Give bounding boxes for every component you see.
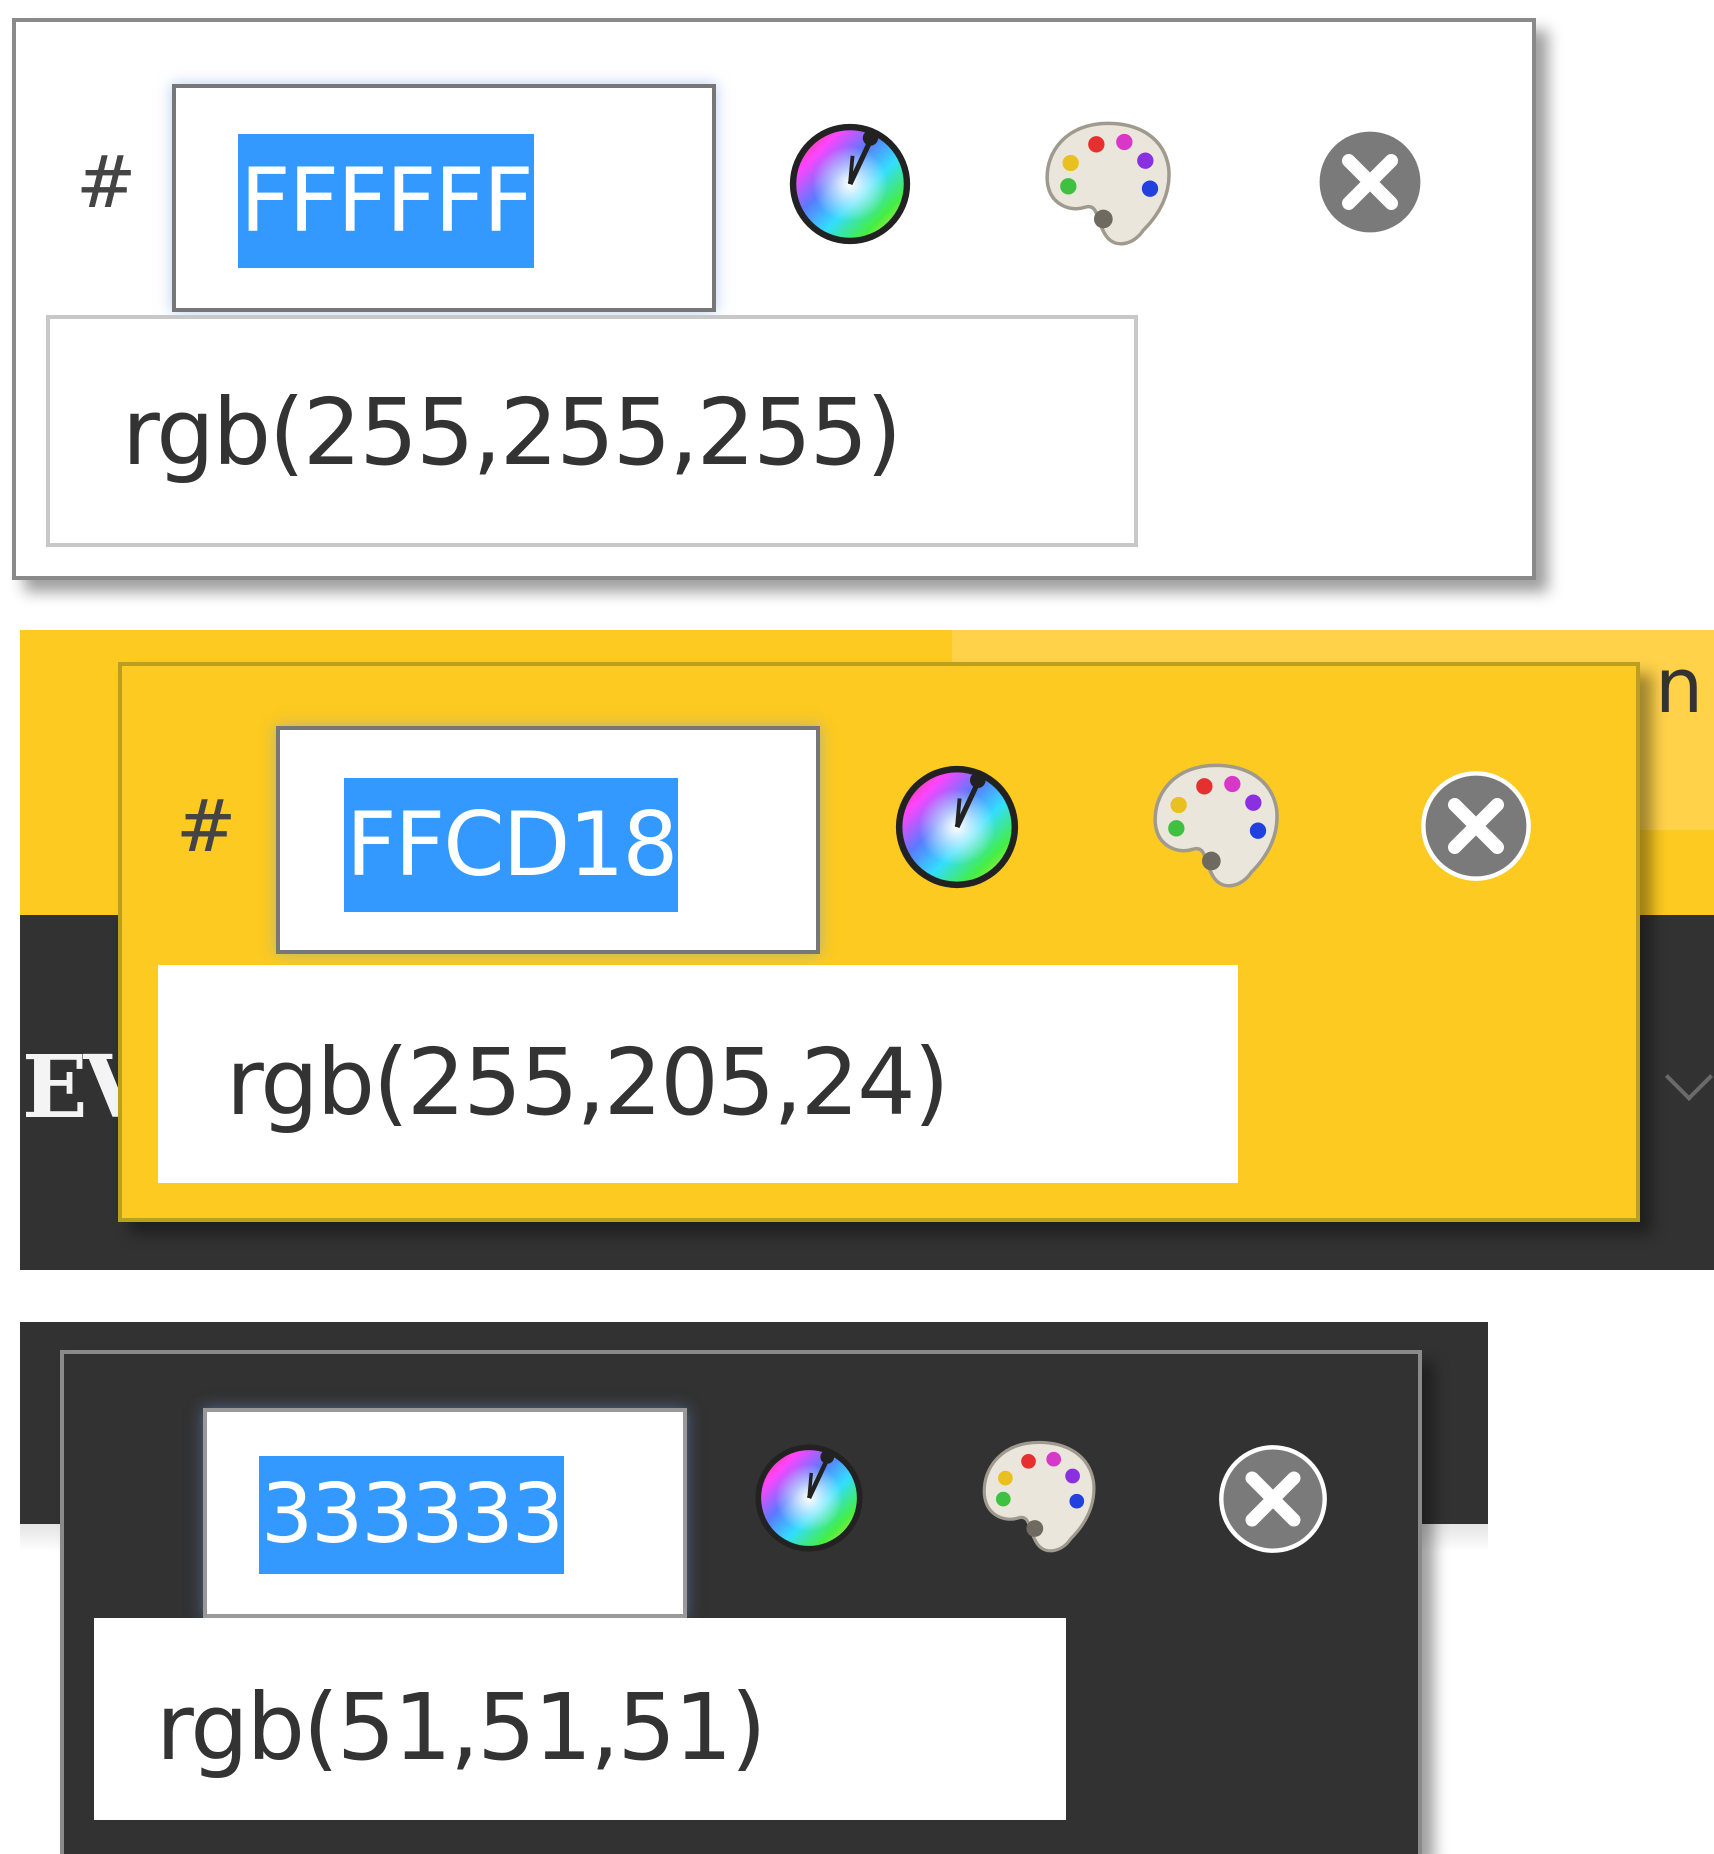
hex-input[interactable]: 333333 [203, 1408, 687, 1618]
palette-icon[interactable] [1146, 756, 1286, 896]
close-icon[interactable] [1420, 770, 1532, 882]
hex-input[interactable]: FFCD18 [276, 726, 820, 954]
color-wheel-icon[interactable] [752, 1438, 866, 1558]
hash-label: # [176, 784, 237, 868]
rgb-value-field[interactable]: rgb(255,255,255) [46, 315, 1138, 547]
background-text-fragment: n [1655, 641, 1704, 730]
close-icon[interactable] [1218, 1444, 1328, 1554]
hash-label: # [76, 140, 137, 224]
palette-icon[interactable] [1038, 114, 1178, 254]
rgb-value-text: rgb(51,51,51) [156, 1674, 766, 1781]
color-wheel-icon[interactable] [892, 762, 1022, 892]
close-icon[interactable] [1314, 126, 1426, 238]
hex-input-selected-text: FFFFFF [238, 134, 534, 268]
rgb-value-field[interactable]: rgb(51,51,51) [94, 1618, 1066, 1820]
rgb-value-text: rgb(255,255,255) [122, 379, 902, 486]
hex-input[interactable]: FFFFFF [172, 84, 716, 312]
color-wheel-icon[interactable] [786, 120, 914, 248]
hex-input-selected-text: FFCD18 [344, 778, 678, 912]
hex-input-selected-text: 333333 [259, 1456, 564, 1574]
rgb-value-field[interactable]: rgb(255,205,24) [158, 965, 1238, 1183]
palette-icon[interactable] [976, 1434, 1102, 1560]
rgb-value-text: rgb(255,205,24) [226, 1029, 950, 1136]
